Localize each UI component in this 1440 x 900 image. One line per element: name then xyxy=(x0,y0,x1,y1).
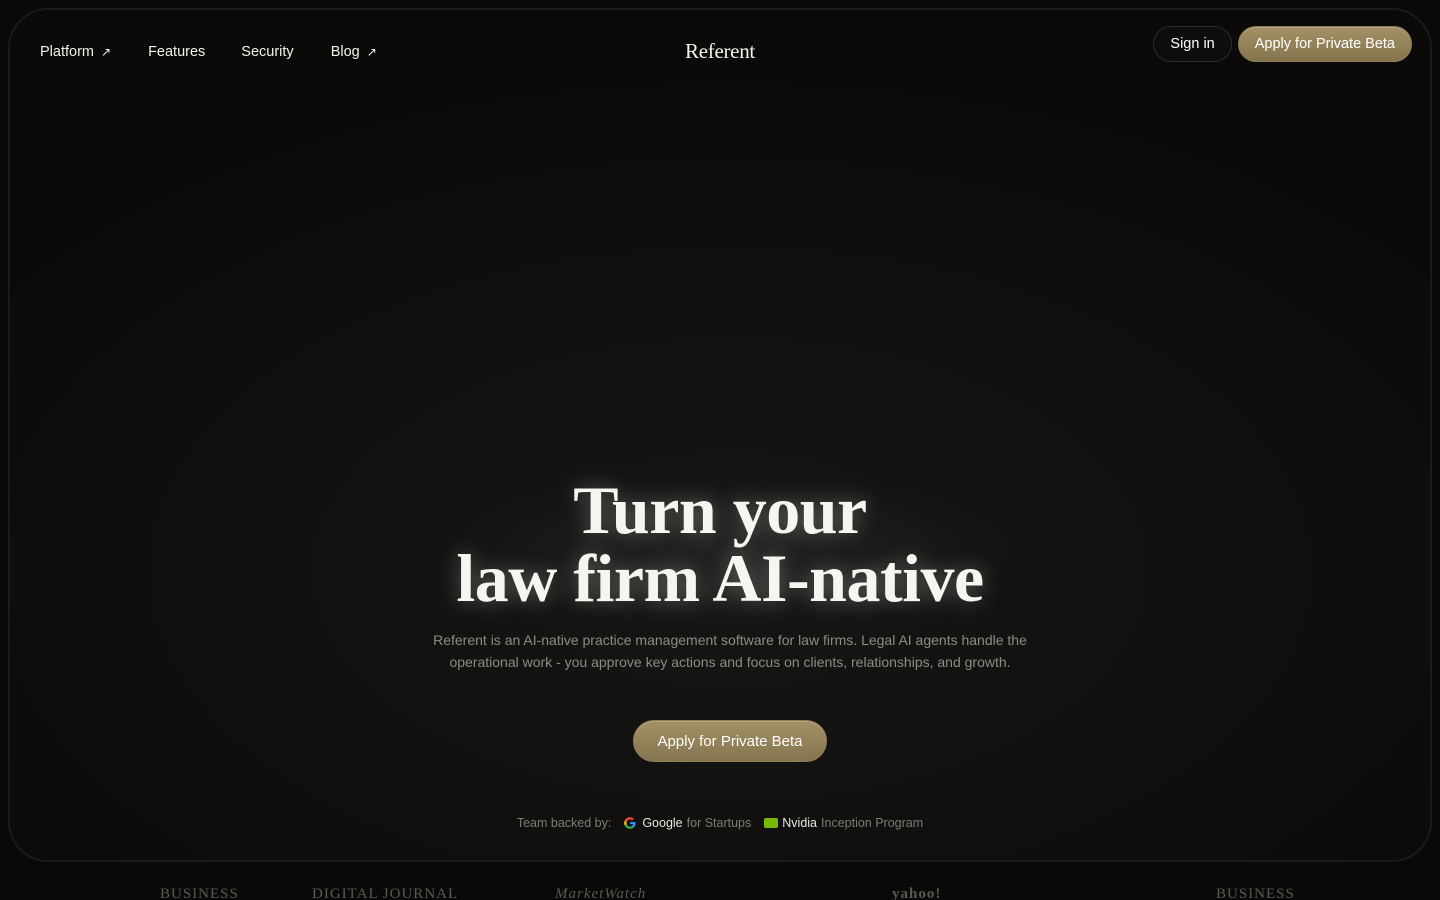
press-logo: MarketWatch xyxy=(555,886,647,900)
hero-frame: Platform ↗ Features Security Blog ↗ Refe… xyxy=(8,8,1432,862)
backer-nvidia-name: Nvidia xyxy=(782,816,818,830)
signin-button[interactable]: Sign in xyxy=(1153,26,1232,62)
press-logo: yahoo! xyxy=(892,886,942,900)
press-logo: BUSINESS xyxy=(160,886,239,900)
hero-subtitle: Referent is an AI-native practice manage… xyxy=(433,632,1027,670)
hero-title-line2: law firm AI-native xyxy=(456,540,984,616)
backed-by-row: Team backed by: Google for Startups Nvid… xyxy=(10,816,1430,830)
apply-beta-nav-button[interactable]: Apply for Private Beta xyxy=(1237,26,1412,62)
press-logo: DIGITAL JOURNAL xyxy=(312,886,459,900)
google-icon xyxy=(624,817,636,829)
hero-title: Turn your law firm AI-native xyxy=(10,476,1430,612)
press-logo-strip: BUSINESS DIGITAL JOURNAL MarketWatch yah… xyxy=(0,880,1440,900)
nvidia-icon xyxy=(764,818,779,828)
backer-google-program: for Startups xyxy=(686,816,752,830)
nav-actions: Sign in Apply for Private Beta xyxy=(1153,26,1412,62)
apply-beta-hero-button[interactable]: Apply for Private Beta xyxy=(633,720,827,762)
backer-google: Google for Startups xyxy=(623,816,751,830)
hero-title-line1: Turn your xyxy=(573,472,867,548)
backed-by-label: Team backed by: xyxy=(516,816,612,830)
backer-nvidia: Nvidia Inception Program xyxy=(764,816,923,830)
backer-google-name: Google xyxy=(642,816,683,830)
backer-nvidia-program: Inception Program xyxy=(821,816,924,830)
press-logo: BUSINESS xyxy=(1216,886,1295,900)
